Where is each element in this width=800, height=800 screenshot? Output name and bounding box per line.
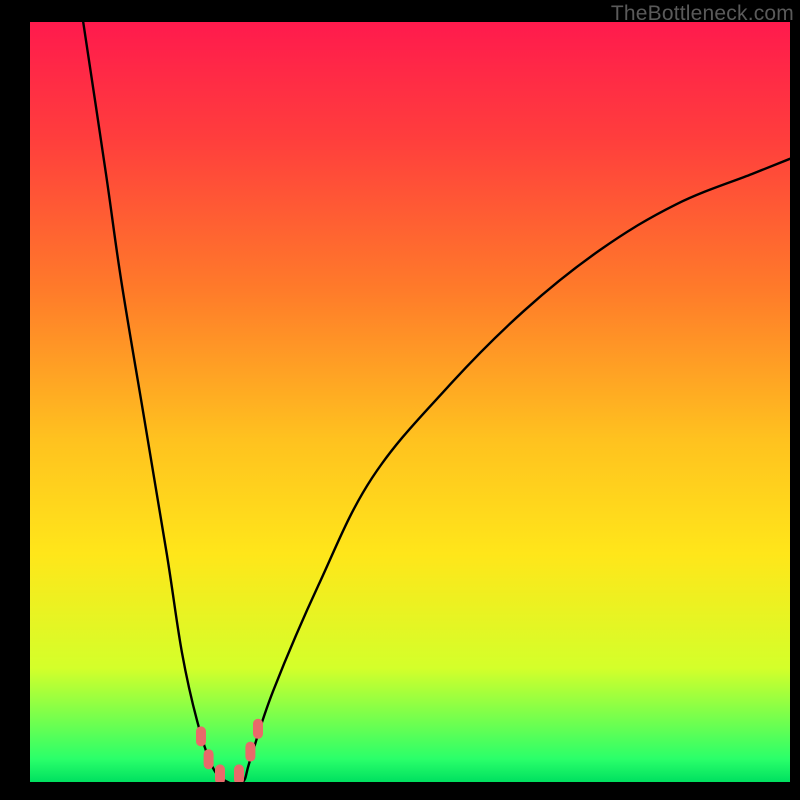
chart-frame: TheBottleneck.com bbox=[0, 0, 800, 800]
plot-area bbox=[30, 22, 790, 782]
curve-layer bbox=[30, 22, 790, 782]
watermark-text: TheBottleneck.com bbox=[611, 2, 794, 26]
curve-marker bbox=[253, 719, 263, 739]
curve-marker bbox=[234, 764, 244, 782]
curve-marker bbox=[245, 742, 255, 762]
curve-markers bbox=[196, 719, 263, 782]
curve-marker bbox=[196, 726, 206, 746]
bottleneck-curve bbox=[83, 22, 790, 782]
curve-marker bbox=[204, 749, 214, 769]
curve-marker bbox=[215, 764, 225, 782]
